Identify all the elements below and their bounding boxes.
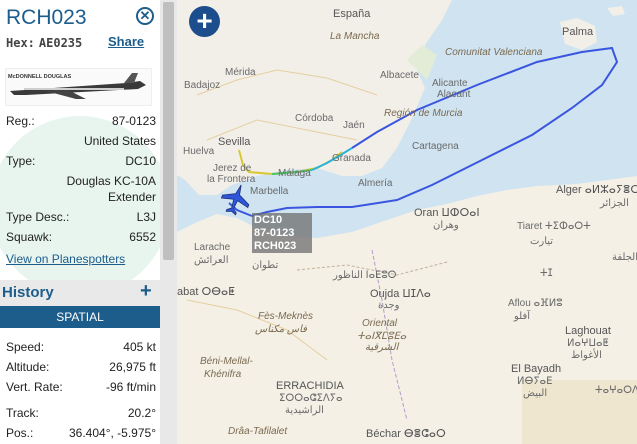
map-label-region-murcia: Región de Murcia [384, 108, 463, 119]
map-label-wajda: وجدة [378, 300, 400, 311]
detail-value: Extender [107, 190, 156, 204]
map-label-palma: Palma [562, 26, 594, 38]
map-label-alger: Alger ⴰⵍⵣⴰⵢⴻⵔ [556, 184, 637, 196]
detail-value: 6552 [129, 230, 156, 244]
map-label-errachidia-ar: ⵉⵔⵔⴰⵛⵉⴷⵢⴰ [279, 393, 343, 404]
map-label-c-valenciana: Comunitat Valenciana [445, 47, 543, 58]
map-label-ghardaia: ⵜⴰⵖⴰⵔⴷⴰⵢⵜ [595, 385, 637, 396]
map-label-jaen: Jaén [343, 120, 365, 131]
spatial-label: Speed: [6, 340, 45, 354]
map-label-nador: الناظور ⵏⴰⴹⵓⵔ [333, 270, 397, 281]
map-label-oujda: Oujda ⵡⵊⴷⴰ [370, 288, 431, 300]
map-label-frontera: la Frontera [207, 174, 256, 185]
map-label-rashidia: الراشيدية [285, 405, 324, 416]
detail-label: Type Desc.: [6, 210, 70, 224]
spatial-label: Altitude: [6, 360, 50, 374]
detail-label: Type: [6, 154, 36, 168]
map-label-almeria: Almería [358, 178, 393, 189]
map-label-badajoz: Badajoz [184, 80, 221, 91]
aircraft-label[interactable]: DC10 87-0123 RCH023 [252, 213, 312, 253]
map-label-albacete: Albacete [380, 70, 419, 81]
map-label-laghouat: Laghouat [565, 325, 611, 337]
detail-value: Douglas KC-10A [66, 174, 156, 188]
planespotters-link[interactable]: View on Planespotters [6, 252, 125, 266]
aircraft-logo-image: McDONNELL DOUGLAS [8, 73, 146, 99]
hex-label: Hex: [6, 36, 35, 50]
aircraft-icon[interactable] [219, 182, 253, 216]
spatial-value: 20.2° [127, 406, 156, 420]
map-label-aflou-ar: آفلو [514, 311, 531, 322]
map-label-malaga: Málaga [278, 168, 311, 179]
detail-value: DC10 [125, 154, 156, 168]
map-label-alicante: Alicante [432, 78, 468, 89]
detail-value: L3J [136, 210, 156, 224]
map-label-oriental: Oriental [362, 318, 398, 329]
map-label-laraich: العرائش [194, 255, 229, 266]
spatial-value: 26,975 ft [109, 360, 156, 374]
map-label-sharqia: الشرقية [365, 342, 399, 353]
map-label-sevilla: Sevilla [218, 136, 251, 148]
panel-scrollbar-thumb[interactable] [163, 2, 174, 260]
map-label-la-mancha: La Mancha [330, 31, 380, 42]
map-label-oran: Oran ⵡⵀⵔⴰⵏ [414, 207, 480, 219]
detail-label: Reg.: [6, 114, 35, 128]
map-label-oriental-ar: ⵜⴰⵏⴳⵎⵓⴹⴰ [357, 331, 407, 342]
map-label-laghouat-ar: ⵍⴰⵖⵡⴰⵟ [567, 338, 609, 349]
spatial-label: Vert. Rate: [6, 380, 63, 394]
detail-label: Squawk: [6, 230, 53, 244]
svg-text:McDONNELL DOUGLAS: McDONNELL DOUGLAS [8, 74, 71, 80]
map-label-tiaret: Tiaret ⵜⵉⵀⴰⵔⵜ [517, 221, 591, 232]
spatial-value: -96 ft/min [105, 380, 156, 394]
hex-line: Hex: AE0235 [6, 35, 82, 50]
history-title: History [2, 284, 54, 301]
map-label-bechar: Béchar ⴱⴻⵛⴰⵔ [366, 428, 446, 440]
share-link[interactable]: Share [108, 34, 144, 49]
aircraft-photo[interactable]: McDONNELL DOUGLAS [5, 68, 152, 106]
map-label-djelfa: الجلفة [612, 252, 637, 263]
map-label-aghwat: الأغواط [571, 350, 602, 361]
spatial-section-header: SPATIAL [0, 306, 160, 328]
map-label-fes-meknes: Fès-Meknès [258, 311, 314, 322]
aircraft-label-callsign: RCH023 [254, 240, 297, 252]
zoom-in-button[interactable]: + [189, 6, 220, 37]
map-label-jerez: Jerez de [213, 163, 252, 174]
map-label-huelva: Huelva [183, 146, 215, 157]
map-label-tajn: ⵜⵊ [540, 268, 553, 279]
map-label-rabat: abat ⵔⴱⴰⵟ [177, 286, 235, 298]
map-label-el-bayadh: El Bayadh [511, 363, 562, 375]
map-label-bayadh: البيض [523, 388, 548, 399]
map-label-wahran: وهران [433, 220, 459, 231]
map-label-tetouan: تطوان [252, 260, 279, 271]
spatial-label: Track: [6, 406, 39, 420]
map-label-granada: Granada [332, 153, 371, 164]
map-label-cartagena: Cartagena [412, 141, 459, 152]
close-icon[interactable]: ✕ [136, 7, 154, 25]
map-label-beni-mellal: Béni-Mellal- [200, 356, 253, 367]
spatial-value: 36.404°, -5.975° [69, 426, 156, 440]
map-label-espana: España [333, 8, 371, 20]
map-label-fes-ar: فاس مكناس [255, 324, 307, 335]
spatial-value: 405 kt [123, 340, 156, 354]
aircraft-label-type: DC10 [254, 214, 283, 226]
aircraft-label-reg: 87-0123 [254, 227, 295, 239]
map-label-jazair: الجزائر [600, 198, 629, 209]
aircraft-info-panel: RCH023 ✕ Hex: AE0235 Share McDONNELL DOUG… [0, 0, 160, 444]
map-label-larache: Larache [194, 242, 231, 253]
map-label-tihart: تيارت [530, 236, 554, 247]
map-label-draa: Drâa-Tafilalet [228, 426, 288, 437]
map-label-marbella: Marbella [250, 186, 289, 197]
map-label-aflou: Aflou ⴰⴼⵍⵓ [508, 298, 563, 309]
map-label-khenifra: Khénifra [204, 369, 242, 380]
detail-value: United States [83, 134, 156, 148]
history-expand-icon[interactable]: + [140, 280, 152, 303]
detail-value: 87-0123 [111, 114, 156, 128]
map-label-merida: Mérida [225, 67, 256, 78]
map-label-alacant: Alacant [437, 89, 471, 100]
map-label-cordoba: Córdoba [295, 113, 334, 124]
callsign-title: RCH023 [6, 6, 87, 29]
hex-value: AE0235 [38, 36, 83, 50]
spatial-label: Pos.: [6, 426, 34, 440]
map-label-el-bayadh-ar: ⵍⴱⵢⴰⴹ [517, 376, 553, 387]
map-label-errachidia: ERRACHIDIA [276, 380, 344, 392]
